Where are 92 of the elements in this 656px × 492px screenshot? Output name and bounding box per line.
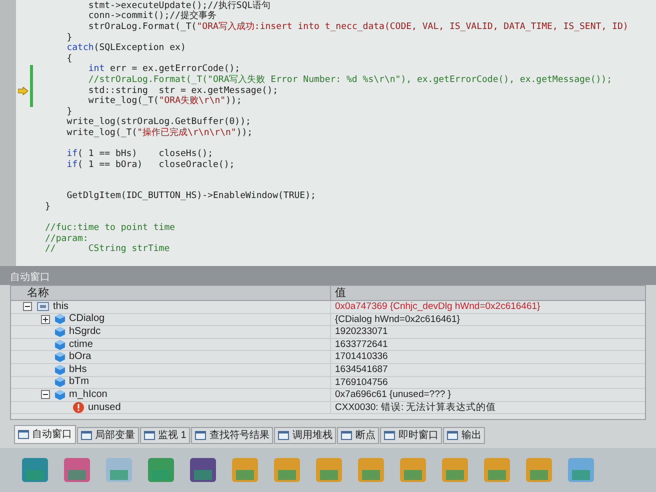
code-keyword: catch xyxy=(66,43,94,54)
variable-name: bOra xyxy=(69,352,92,362)
tab-window-icon xyxy=(195,431,206,440)
code-text: write_log(strOraLog.GetBuffer(0)); xyxy=(66,117,251,128)
code-text: strOraLog.Format(_T( xyxy=(88,22,197,32)
code-string: "ORA写入成功:insert into t_necc_data(CODE, VAL, IS_VALID, DATA_TIME, IS_SENT, ID) xyxy=(196,22,628,32)
code-text: err = ex.getErrorCode(); xyxy=(110,64,240,74)
variable-value: 1769104756 xyxy=(334,376,388,388)
taskbar-app-icon[interactable] xyxy=(524,456,554,484)
code-string: "ORA失败\r\n" xyxy=(158,96,226,106)
variable-name: unused xyxy=(88,402,121,413)
taskbar-app-icon[interactable] xyxy=(272,456,302,484)
panel-tab[interactable]: 输出 xyxy=(443,427,486,444)
panel-tab[interactable]: 即时窗口 xyxy=(380,427,442,444)
variable-value: 1701410336 xyxy=(334,351,388,363)
collapse-toggle[interactable] xyxy=(41,390,50,400)
cube-icon xyxy=(55,377,65,388)
taskbar-app-icon[interactable] xyxy=(566,456,596,484)
cube-icon xyxy=(55,390,65,400)
panel-tab[interactable]: 监视 1 xyxy=(140,427,190,444)
code-text: } xyxy=(45,202,50,212)
code-text: GetDlgItem(IDC_BUTTON_HS)->EnableWindow(TRUE); xyxy=(66,191,316,202)
variable-name: CDialog xyxy=(69,314,105,324)
variable-name: hSgrdc xyxy=(69,326,101,337)
variable-value: 1920233071 xyxy=(334,326,388,338)
variable-value: 0x0a747369 {Cnhjc_devDlg hWnd=0x2c616461} xyxy=(334,301,540,313)
code-comment: //fuc:time to point time xyxy=(45,223,176,234)
variable-value: 1633772641 xyxy=(334,338,388,350)
cube-icon xyxy=(55,326,65,337)
panel-tab[interactable]: 局部变量 xyxy=(77,427,139,444)
code-text: )); xyxy=(226,96,242,106)
code-string: "操作已完成\r\n\r\n" xyxy=(137,128,236,138)
taskbar-app-icon[interactable] xyxy=(188,456,218,484)
variable-name: this xyxy=(53,302,69,312)
cube-icon xyxy=(55,340,65,350)
code-text: } xyxy=(66,106,72,117)
variable-value: {CDialog hWnd=0x2c616461} xyxy=(334,314,460,326)
variable-name: bHs xyxy=(69,364,87,375)
code-text: write_log(_T( xyxy=(66,128,138,138)
code-text: { xyxy=(66,54,72,64)
column-header[interactable]: 值 xyxy=(331,286,346,300)
code-keyword: if xyxy=(66,149,78,160)
code-comment: //strOraLog.Format(_T("ORA写入失败 Error Number: %d %s\r\n"), ex.getErrorCode(), ex.getMessage()); xyxy=(88,74,612,85)
tab-window-icon xyxy=(81,431,92,440)
code-comment: // CString strTime xyxy=(45,244,170,254)
expand-toggle[interactable] xyxy=(41,314,50,324)
tab-window-icon xyxy=(384,431,396,440)
code-keyword: if xyxy=(66,160,78,170)
panel-tab[interactable]: 查找符号结果 xyxy=(191,427,274,444)
error-icon xyxy=(73,402,84,414)
column-header[interactable]: 名称 xyxy=(11,286,331,300)
variable-value: CXX0030: 错误: 无法计算表达式的值 xyxy=(334,402,496,414)
variable-name: ctime xyxy=(69,340,93,350)
tab-window-icon xyxy=(278,431,290,440)
panel-tab[interactable]: 自动窗口 xyxy=(14,425,76,444)
variable-value: 1634541687 xyxy=(334,364,388,376)
code-text: conn->commit();//提交事务 xyxy=(88,11,216,22)
taskbar-app-icon[interactable] xyxy=(62,456,92,484)
code-editor[interactable] xyxy=(0,0,656,266)
variable-name: m_hIcon xyxy=(69,390,108,400)
code-text: } xyxy=(66,32,72,43)
code-text: write_log(_T( xyxy=(88,96,159,106)
taskbar-app-icon[interactable] xyxy=(440,456,470,484)
code-text: std::string str = ex.getMessage(); xyxy=(88,86,278,96)
cube-icon xyxy=(55,314,65,324)
code-text: )); xyxy=(236,128,253,138)
code-text: ( 1 == bOra) closeOracle(); xyxy=(78,160,235,170)
tab-window-icon xyxy=(447,431,458,440)
collapse-toggle[interactable] xyxy=(23,302,32,312)
tab-window-icon xyxy=(341,431,352,440)
panel-title: 自动窗口 xyxy=(10,270,50,284)
taskbar-app-icon[interactable] xyxy=(356,456,386,484)
tab-window-icon xyxy=(18,430,29,439)
panel-tab[interactable]: 调用堆栈 xyxy=(274,427,336,444)
object-icon xyxy=(37,302,49,312)
code-keyword: int xyxy=(88,64,105,74)
cube-icon xyxy=(55,364,65,375)
tab-window-icon xyxy=(144,431,155,440)
taskbar-app-icon[interactable] xyxy=(314,456,344,484)
code-comment: //param: xyxy=(45,234,88,244)
code-text: stmt->executeUpdate();//执行SQL语句 xyxy=(88,0,271,11)
taskbar-app-icon[interactable] xyxy=(146,456,176,484)
taskbar-app-icon[interactable] xyxy=(230,456,260,484)
code-text: ( 1 == bHs) closeHs(); xyxy=(78,149,213,160)
variable-value: 0x7a696c61 {unused=??? } xyxy=(334,389,451,401)
panel-tab[interactable]: 断点 xyxy=(337,427,380,444)
code-text: (SQLException ex) xyxy=(94,43,186,54)
taskbar-app-icon[interactable] xyxy=(398,456,428,484)
variable-name: bTm xyxy=(69,377,89,388)
taskbar-app-icon[interactable] xyxy=(20,456,50,484)
taskbar-app-icon[interactable] xyxy=(482,456,512,484)
cube-icon xyxy=(55,352,65,362)
